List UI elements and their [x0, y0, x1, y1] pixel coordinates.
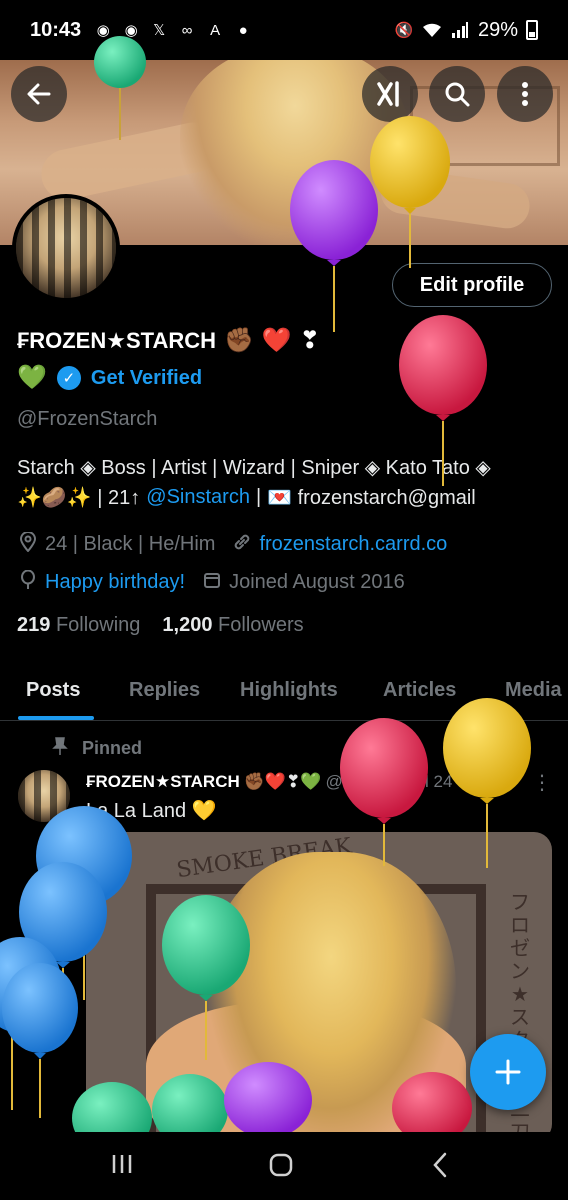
green-heart-emoji: 💚 [17, 364, 47, 391]
battery-text: 29% [477, 18, 518, 41]
fist-emoji: ✊🏾 [224, 327, 254, 354]
followers-label: Followers [218, 614, 304, 636]
joined-text: Joined August 2016 [229, 571, 405, 593]
balloon-icon [17, 569, 39, 595]
followers-count: 1,200 [162, 614, 213, 636]
nav-back-button[interactable] [432, 1152, 448, 1183]
location-text: 24 | Black | He/Him [45, 533, 216, 555]
bio-mention-link[interactable]: @Sinstarch [146, 486, 250, 509]
recents-button[interactable] [110, 1152, 134, 1181]
post-author-emojis: ✊🏾❤️❣💚 [243, 772, 322, 791]
bio-email: 💌 frozenstarch@gmail [267, 487, 476, 509]
profile-avatar[interactable] [12, 194, 120, 302]
profile-meta-row-2: Happy birthday! Joined August 2016 [17, 569, 405, 595]
avatar-bars [18, 770, 70, 822]
verify-row: 💚 ✓ Get Verified [17, 366, 202, 390]
search-button[interactable] [429, 66, 485, 122]
pin-icon [52, 736, 68, 761]
post-author-name[interactable]: ₣ROZEN★STARCH [86, 772, 240, 792]
calendar-icon [201, 571, 223, 594]
grok-logo-icon [377, 81, 399, 107]
avatar-bars [16, 198, 116, 298]
post-author-handle[interactable]: @F... [326, 772, 366, 792]
post-author-avatar[interactable] [18, 770, 70, 822]
back-button[interactable] [11, 66, 67, 122]
bio-line-1: Starch ◈ Boss | Artist | Wizard | Sniper… [17, 457, 491, 479]
display-name: ₣ROZEN★STARCH [17, 328, 216, 353]
home-icon [269, 1153, 293, 1177]
status-bar: 10:43 ◉ ◉ 𝕏 ∞ A ● 🔇 29% [0, 0, 568, 60]
verified-badge-icon[interactable]: ✓ [56, 366, 81, 390]
heart-exclamation-emoji: ❣ [299, 327, 320, 354]
get-verified-link[interactable]: Get Verified [91, 367, 202, 390]
messenger-icon: ◉ [96, 22, 110, 39]
battery-icon [526, 20, 538, 40]
tab-replies[interactable]: Replies [129, 679, 200, 702]
balloon-blue-3 [0, 937, 62, 1110]
tab-highlights[interactable]: Highlights [240, 679, 338, 702]
voicemail-icon: ∞ [181, 21, 193, 39]
link-icon [231, 532, 253, 557]
plus-icon [495, 1059, 521, 1085]
birthday-link[interactable]: Happy birthday! [45, 571, 185, 594]
balloon-blue-4 [2, 963, 78, 1118]
tab-posts[interactable]: Posts [26, 679, 80, 702]
app-icon: A [210, 21, 221, 39]
search-icon [445, 82, 470, 107]
post-text: La La Land 💛 [86, 800, 217, 822]
mute-icon: 🔇 [394, 22, 414, 39]
status-time: 10:43 [30, 18, 82, 41]
website-link[interactable]: frozenstarch.carrd.co [259, 533, 447, 556]
followers-link[interactable]: 1,200 Followers [162, 614, 303, 637]
tab-articles[interactable]: Articles [383, 679, 456, 702]
pinned-label-row: Pinned [52, 736, 142, 761]
bio-separator: | [255, 486, 262, 508]
messenger-icon: ◉ [124, 22, 138, 39]
home-button[interactable] [268, 1152, 294, 1183]
more-vertical-icon [522, 82, 528, 106]
alert-icon: ● [238, 21, 248, 39]
tab-media[interactable]: Media [505, 679, 562, 702]
following-count: 219 [17, 614, 51, 636]
grok-button[interactable] [362, 66, 418, 122]
display-name-row: ₣ROZEN★STARCH ✊🏾 ❤️ ❣ [17, 328, 320, 354]
pinned-label: Pinned [82, 738, 143, 758]
post-date[interactable]: 30 Jul 24 [383, 772, 452, 792]
wifi-icon [422, 20, 442, 40]
bio-line-2: ✨🥔✨ | 21↑ @Sinstarch | 💌 frozenstarch@gm… [17, 485, 476, 510]
following-link[interactable]: 219 Following [17, 614, 140, 637]
compose-fab[interactable] [470, 1034, 546, 1110]
follow-counts: 219 Following 1,200 Followers [17, 614, 304, 637]
post-header: ₣ROZEN★STARCH ✊🏾❤️❣💚 @F... 30 Jul 24 [86, 772, 452, 792]
x-logo-icon: 𝕏 [153, 22, 166, 39]
profile-meta-row-1: 24 | Black | He/Him frozenstarch.carrd.c… [17, 531, 447, 557]
more-button[interactable] [497, 66, 553, 122]
post-more-icon[interactable]: ⋮ [532, 770, 552, 795]
location-icon [17, 531, 39, 557]
system-nav-bar [0, 1132, 568, 1200]
recents-icon [112, 1155, 132, 1173]
edit-profile-button[interactable]: Edit profile [392, 263, 552, 307]
signal-icon [450, 20, 470, 40]
arrow-left-icon [27, 83, 51, 105]
media-character [206, 852, 456, 1142]
bio-line-2-prefix: ✨🥔✨ | 21↑ [17, 487, 141, 509]
following-label: Following [55, 614, 141, 636]
active-tab-indicator [18, 716, 94, 720]
profile-handle: @FrozenStarch [17, 408, 158, 430]
back-icon [433, 1152, 447, 1178]
profile-tabs: Posts Replies Highlights Articles Media [0, 667, 568, 721]
heart-emoji: ❤️ [261, 327, 292, 354]
